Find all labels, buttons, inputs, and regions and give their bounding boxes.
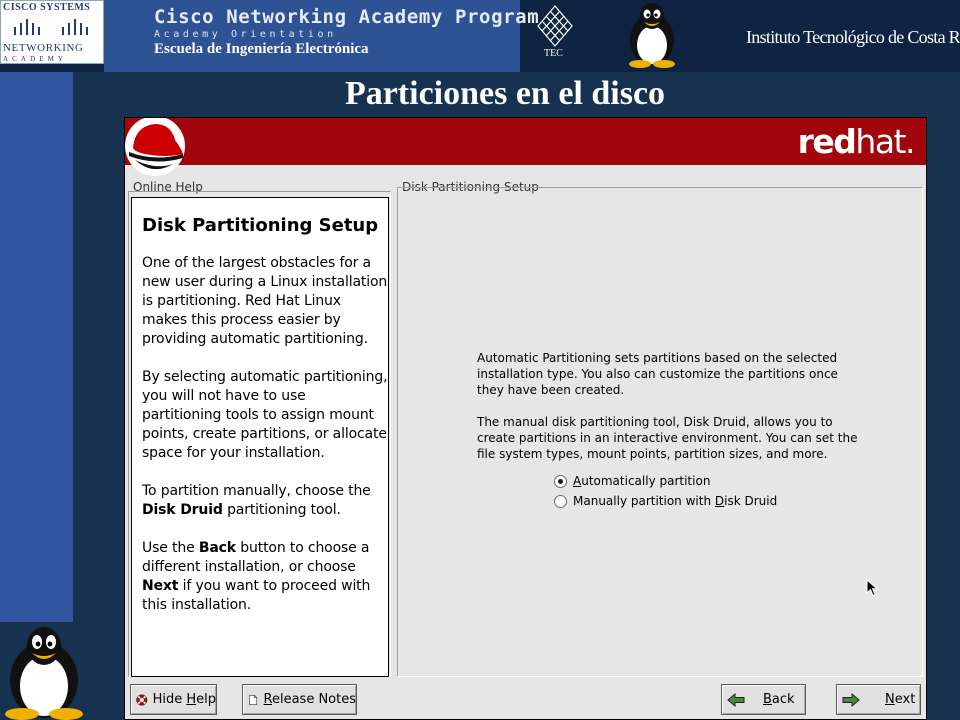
radio-label: Manually partition with Disk Druid <box>573 494 778 508</box>
redhat-logo: redhat. <box>797 122 916 161</box>
cisco-networking-academy-logo: CISCO SYSTEMS NETWORKING ACADEMY <box>0 0 104 64</box>
radio-button[interactable] <box>554 494 567 508</box>
setup-paragraph-auto: Automatic Partitioning sets partitions b… <box>477 351 838 397</box>
radio-label: Automatically partition <box>573 474 711 488</box>
tux-penguin-icon <box>5 627 83 720</box>
lifebuoy-icon <box>136 694 148 705</box>
radio-automatic-partition[interactable]: Automatically partition <box>554 474 710 488</box>
mouse-cursor-icon <box>866 579 878 597</box>
slide-title: Particiones en el disco <box>344 75 666 112</box>
back-button[interactable]: Back <box>721 684 806 715</box>
help-title: Disk Partitioning Setup <box>142 215 379 236</box>
hide-help-label: Hide Help <box>152 692 216 707</box>
help-paragraph: One of the largest obstacles for a new u… <box>142 255 388 347</box>
institute-name: Instituto Tecnológico de Costa Rica <box>746 27 960 47</box>
hide-help-button[interactable]: Hide Help <box>130 684 217 715</box>
tec-label: TEC <box>544 48 563 59</box>
arrow-right-icon <box>842 692 860 707</box>
cisco-bridge-icon <box>14 19 88 35</box>
program-subtitle: Academy Orientation <box>154 29 337 40</box>
program-title: Cisco Networking Academy Program <box>154 6 540 28</box>
slide-header: CISCO SYSTEMS NETWORKING ACADEMY Cisco N… <box>0 0 960 72</box>
setup-description: Automatic Partitioning sets partitions b… <box>477 350 867 478</box>
cisco-logo-line3: ACADEMY <box>3 55 68 63</box>
next-label: Next <box>885 692 916 707</box>
setup-paragraph-manual: The manual disk partitioning tool, Disk … <box>477 415 858 461</box>
radio-manual-disk-druid[interactable]: Manually partition with Disk Druid <box>554 494 777 508</box>
release-notes-button[interactable]: Release Notes <box>242 684 357 715</box>
tec-lattice-icon <box>537 5 573 47</box>
help-paragraph: By selecting automatic partitioning, you… <box>142 369 388 461</box>
cisco-logo-line2: NETWORKING <box>3 42 84 54</box>
next-button[interactable]: Next <box>836 684 921 715</box>
back-label: Back <box>763 692 795 707</box>
slide-left-band <box>0 72 73 622</box>
help-paragraph: Use the Back button to choose a differen… <box>142 540 371 613</box>
program-banner: Cisco Networking Academy Program Academy… <box>104 0 539 72</box>
redhat-banner: redhat. <box>125 118 926 165</box>
shadowman-hat-icon <box>125 118 185 176</box>
installer-window: redhat. Online Help Disk Partitioning Se… <box>124 117 927 720</box>
online-help-text[interactable]: Disk Partitioning Setup One of the large… <box>131 197 389 677</box>
redhat-logo-bold: red <box>797 122 857 161</box>
tec-logo: TEC <box>534 4 576 62</box>
arrow-left-icon <box>727 692 745 707</box>
radio-button-selected[interactable] <box>554 474 567 488</box>
document-icon <box>249 694 258 705</box>
tux-penguin-icon <box>629 3 675 68</box>
help-paragraph: To partition manually, choose the Disk D… <box>142 483 371 518</box>
release-notes-label: Release Notes <box>263 692 356 707</box>
cisco-logo-line1: CISCO SYSTEMS <box>3 2 91 13</box>
school-name: Escuela de Ingeniería Electrónica <box>154 41 369 57</box>
redhat-logo-thin: hat. <box>855 122 915 161</box>
